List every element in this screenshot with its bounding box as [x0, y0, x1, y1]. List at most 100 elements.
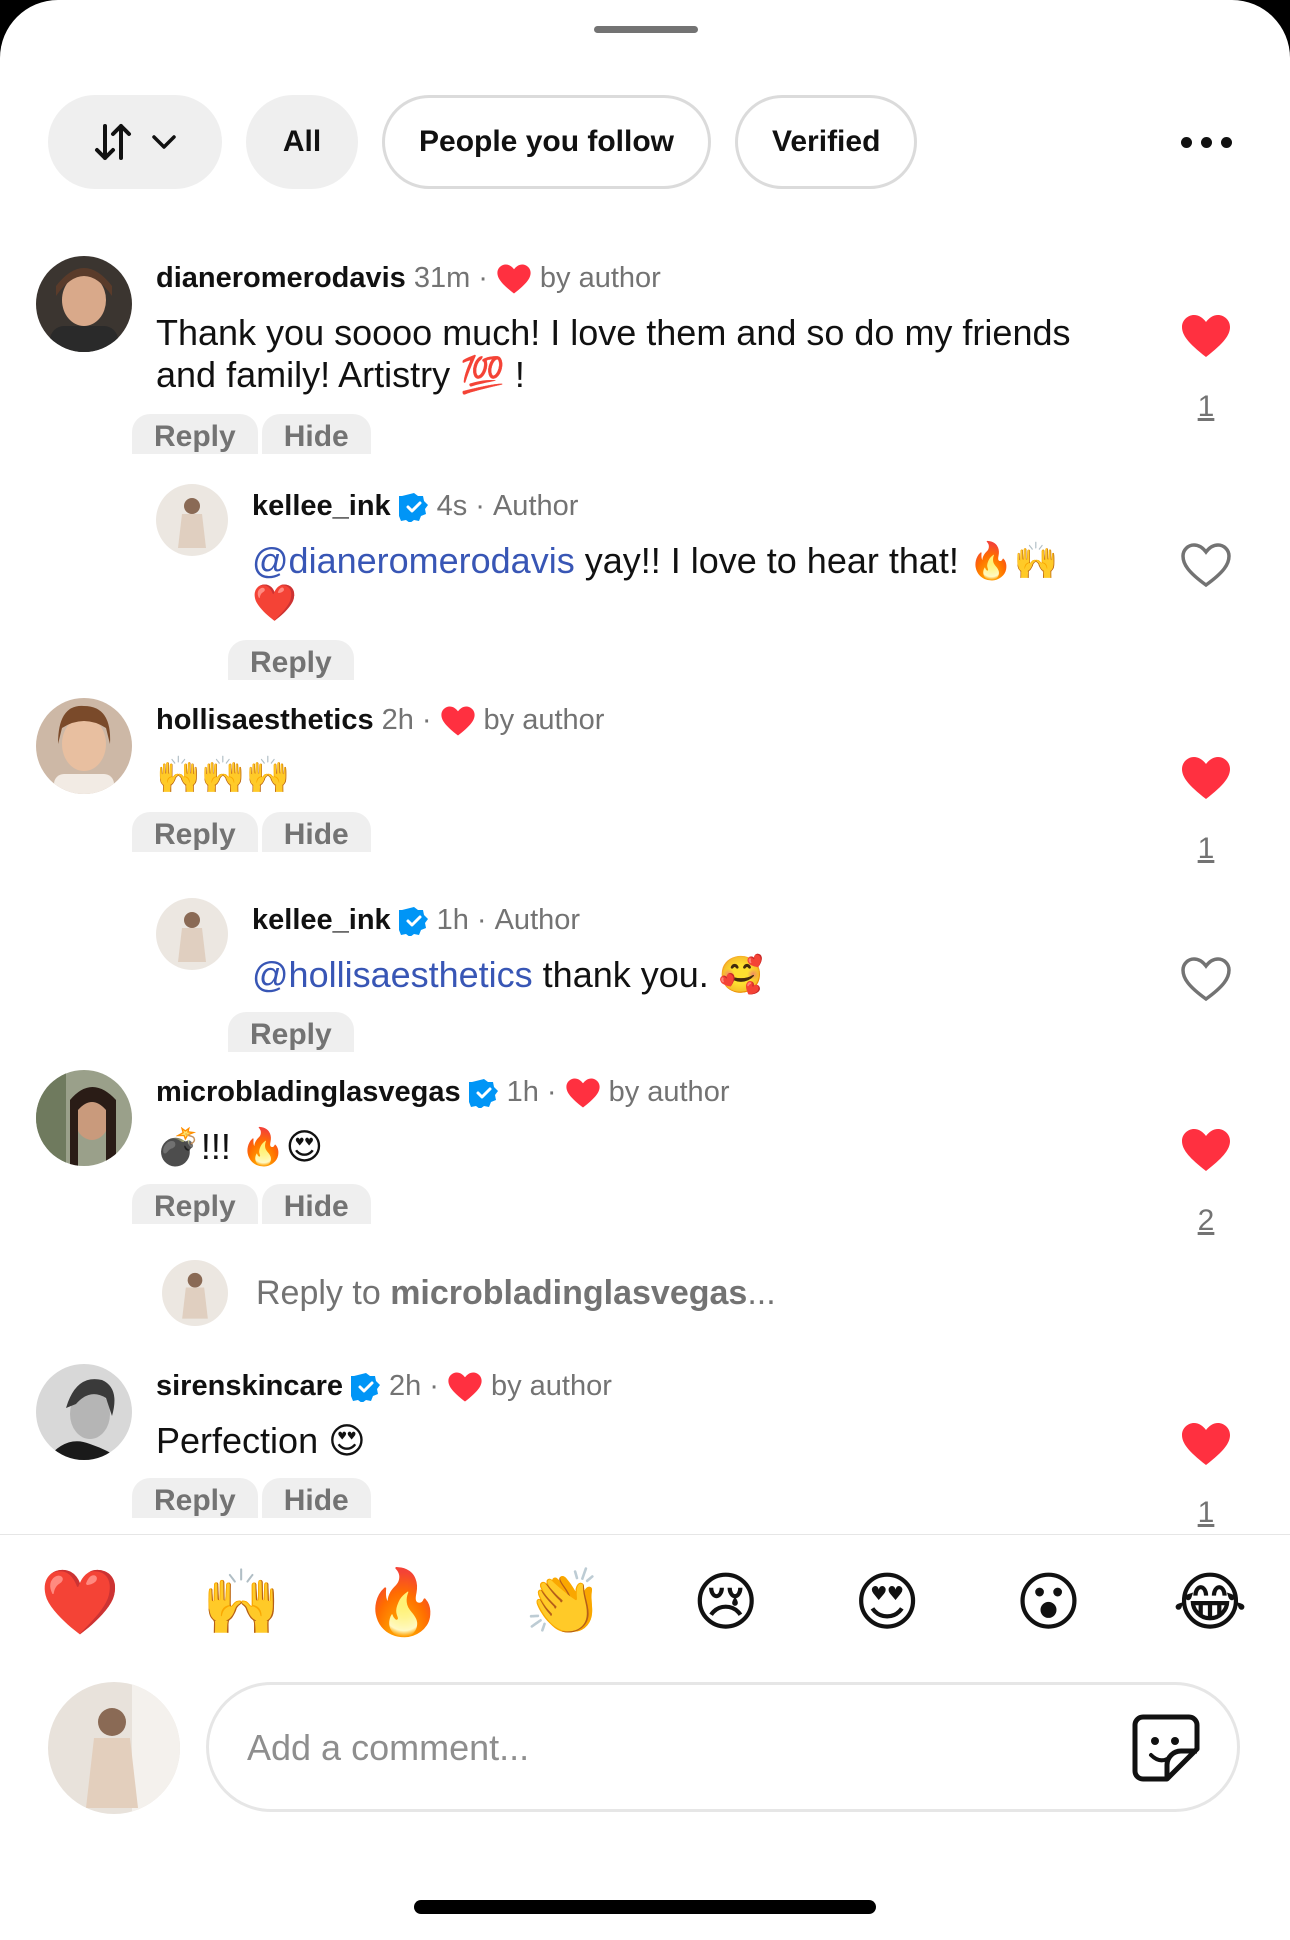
- reply-text-line: @dianeromerodavis yay!! I love to hear t…: [252, 540, 1132, 582]
- reply-to-input[interactable]: Reply to microbladinglasvegas...: [256, 1274, 776, 1313]
- comment-actions: Reply Hide: [132, 414, 371, 454]
- meta-dot: ·: [429, 1370, 439, 1402]
- emoji-crying-button[interactable]: 😢: [686, 1562, 766, 1642]
- comment-time: 1h: [506, 1076, 539, 1108]
- verified-badge-icon: [398, 492, 428, 522]
- comment-actions: Reply Hide: [132, 812, 371, 852]
- like-filled-icon[interactable]: [1180, 755, 1232, 801]
- reply-username[interactable]: kellee_ink: [252, 490, 391, 523]
- quick-emoji-bar: ❤️ 🙌 🔥 👏 😢 😍 😮 😂: [40, 1560, 1250, 1644]
- comment-text: Thank you soooo much! I love them and so…: [156, 312, 1146, 396]
- add-comment-input[interactable]: [245, 1715, 1069, 1781]
- emoji-heart-button[interactable]: ❤️: [40, 1562, 120, 1642]
- current-user-avatar: [48, 1682, 180, 1814]
- reply-text: @hollisaesthetics thank you. 🥰: [252, 954, 1132, 996]
- author-label: Author: [494, 904, 581, 936]
- mention-link[interactable]: @dianeromerodavis: [252, 540, 575, 581]
- sticker-icon[interactable]: [1131, 1713, 1201, 1783]
- sort-button[interactable]: [48, 95, 222, 189]
- avatar: [162, 1260, 228, 1326]
- like-count[interactable]: 1: [1186, 1496, 1226, 1530]
- comment-username[interactable]: hollisaesthetics: [156, 704, 374, 737]
- meta-dot: ·: [478, 262, 488, 294]
- reply-to-prefix: Reply to: [256, 1274, 391, 1312]
- comment-username[interactable]: microbladinglasvegas: [156, 1076, 461, 1109]
- emoji-laughing-button[interactable]: 😂: [1170, 1562, 1250, 1642]
- hide-button[interactable]: Hide: [261, 1184, 371, 1224]
- hide-button[interactable]: Hide: [261, 812, 371, 852]
- reply-meta: kellee_ink 1h · Author: [252, 904, 580, 937]
- reply-actions: Reply: [228, 640, 354, 680]
- like-outline-icon[interactable]: [1180, 542, 1232, 588]
- like-filled-icon[interactable]: [1180, 1127, 1232, 1173]
- chevron-down-icon: [152, 135, 176, 149]
- reply-button[interactable]: Reply: [228, 640, 354, 680]
- reply-to-username: microbladinglasvegas: [390, 1274, 748, 1312]
- comment-text: Perfection 😍: [156, 1420, 366, 1461]
- like-count[interactable]: 1: [1186, 390, 1226, 424]
- like-filled-icon[interactable]: [1180, 1421, 1232, 1467]
- emoji-heart-eyes-button[interactable]: 😍: [847, 1562, 927, 1642]
- more-options-icon[interactable]: [1170, 120, 1242, 164]
- comment-time: 2h: [381, 704, 414, 736]
- hide-button[interactable]: Hide: [261, 1478, 371, 1518]
- reply-text-body: yay!! I love to hear that! 🔥🙌: [574, 540, 1059, 581]
- reply-time: 4s: [436, 490, 468, 522]
- meta-dot: ·: [421, 704, 432, 736]
- comment-username[interactable]: sirenskincare: [156, 1370, 343, 1403]
- avatar[interactable]: [36, 1364, 132, 1460]
- avatar[interactable]: [156, 484, 228, 556]
- verified-badge-icon: [398, 906, 428, 936]
- mention-link[interactable]: @hollisaesthetics: [252, 954, 533, 995]
- reply-actions: Reply: [228, 1012, 354, 1052]
- avatar[interactable]: [36, 256, 132, 352]
- meta-dot: ·: [546, 1076, 557, 1108]
- comment-time: 31m: [413, 262, 471, 294]
- reply-to-suffix: ...: [747, 1274, 776, 1312]
- emoji-surprised-button[interactable]: 😮: [1009, 1562, 1089, 1642]
- reply-button[interactable]: Reply: [132, 812, 258, 852]
- verified-badge-icon: [351, 1372, 381, 1402]
- reply-meta: kellee_ink 4s · Author: [252, 490, 578, 523]
- filter-verified[interactable]: Verified: [735, 95, 918, 189]
- filter-all[interactable]: All: [246, 95, 358, 189]
- emoji-clap-button[interactable]: 👏: [524, 1562, 604, 1642]
- comment-text: 🙌🙌🙌: [156, 754, 291, 795]
- like-filled-icon[interactable]: [1180, 313, 1232, 359]
- comment-composer: [206, 1682, 1240, 1812]
- reply-button[interactable]: Reply: [132, 414, 258, 454]
- comment-text-line: and family! Artistry 💯 !: [156, 354, 525, 395]
- hide-button[interactable]: Hide: [261, 414, 371, 454]
- comment-actions: Reply Hide: [132, 1478, 371, 1518]
- heart-filled-icon: [565, 1077, 600, 1108]
- meta-dot: ·: [476, 904, 487, 936]
- liked-by-author-label: by author: [490, 1370, 612, 1402]
- like-count[interactable]: 1: [1186, 832, 1226, 866]
- comment-actions: Reply Hide: [132, 1184, 371, 1224]
- comment-meta: sirenskincare 2h · by author: [156, 1370, 612, 1403]
- reply-button[interactable]: Reply: [228, 1012, 354, 1052]
- comment-meta: hollisaesthetics 2h · by author: [156, 704, 604, 737]
- comment-username[interactable]: dianeromerodavis: [156, 262, 406, 295]
- comment-meta: microbladinglasvegas 1h · by author: [156, 1076, 729, 1109]
- reply-text-body: thank you. 🥰: [532, 954, 764, 995]
- heart-filled-icon: [448, 1371, 482, 1402]
- emoji-fire-button[interactable]: 🔥: [363, 1562, 443, 1642]
- comment-time: 2h: [389, 1370, 422, 1402]
- like-outline-icon[interactable]: [1180, 956, 1232, 1002]
- reply-button[interactable]: Reply: [132, 1184, 258, 1224]
- comment-meta: dianeromerodavis 31m · by author: [156, 262, 661, 295]
- sheet-grabber[interactable]: [594, 26, 698, 33]
- avatar[interactable]: [36, 698, 132, 794]
- like-count[interactable]: 2: [1186, 1204, 1226, 1238]
- liked-by-author-label: by author: [608, 1076, 730, 1108]
- comment-text: 💣!!! 🔥😍: [156, 1126, 324, 1167]
- avatar[interactable]: [156, 898, 228, 970]
- avatar[interactable]: [36, 1070, 132, 1166]
- emoji-raised-hands-button[interactable]: 🙌: [201, 1562, 282, 1642]
- reply-time: 1h: [436, 904, 469, 936]
- reply-username[interactable]: kellee_ink: [252, 904, 391, 937]
- liked-by-author-label: by author: [483, 704, 605, 736]
- reply-button[interactable]: Reply: [132, 1478, 258, 1518]
- filter-people-you-follow[interactable]: People you follow: [382, 95, 712, 189]
